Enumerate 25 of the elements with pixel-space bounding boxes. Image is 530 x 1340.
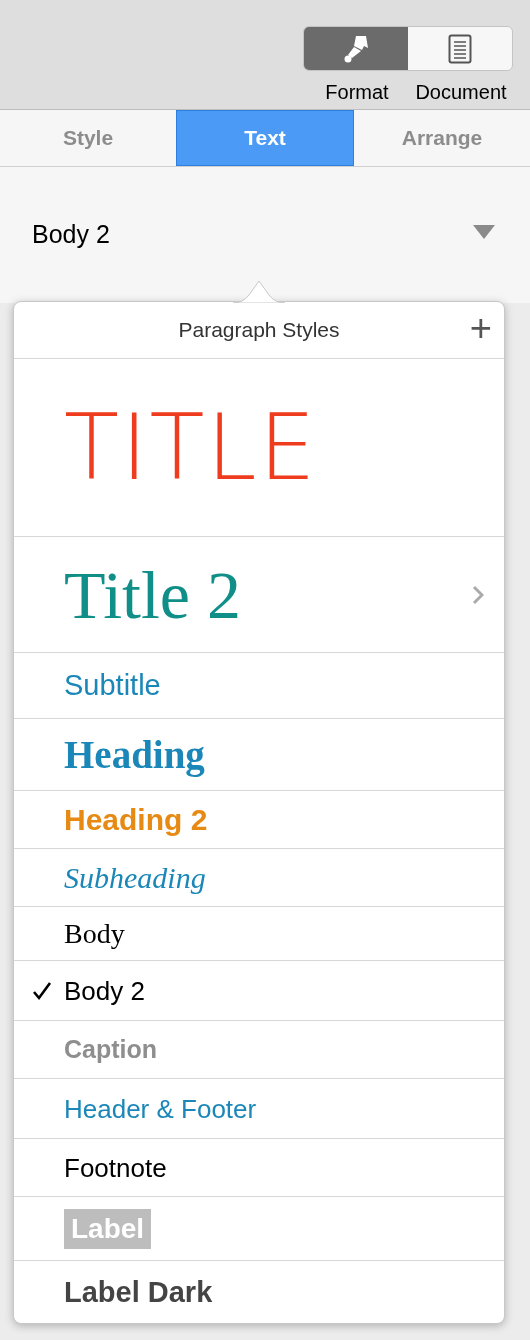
paintbrush-icon [342,33,370,64]
segmented-control[interactable] [303,26,513,71]
style-item[interactable]: TITLE [64,402,318,493]
style-item[interactable]: Body [64,919,125,948]
style-item[interactable]: Heading 2 [64,804,208,835]
tab[interactable]: Text [176,110,354,166]
style-item[interactable]: Subtitle [64,671,161,700]
document-button[interactable] [408,27,512,70]
style-item[interactable]: Body 2 [64,977,145,1004]
paintbrush-button[interactable] [304,27,408,70]
caret-icon[interactable] [473,225,495,239]
toolbar-label: Format [324,80,390,105]
tab[interactable]: Style [0,110,176,166]
style-item[interactable]: Subheading [64,862,206,893]
dropdown-value[interactable]: Body 2 [32,216,110,254]
add-button[interactable]: + [469,308,492,348]
style-item[interactable]: Caption [64,1037,158,1062]
style-item[interactable]: Header & Footer [64,1095,257,1122]
toolbar-label: Document [414,80,508,105]
style-item[interactable]: Label Dark [64,1277,213,1307]
style-item[interactable]: Title 2 [64,560,241,629]
popover-title: Paragraph Styles [178,317,340,344]
document-icon [448,33,472,64]
tab[interactable]: Arrange [354,110,530,166]
style-item[interactable]: Footnote [64,1154,167,1181]
